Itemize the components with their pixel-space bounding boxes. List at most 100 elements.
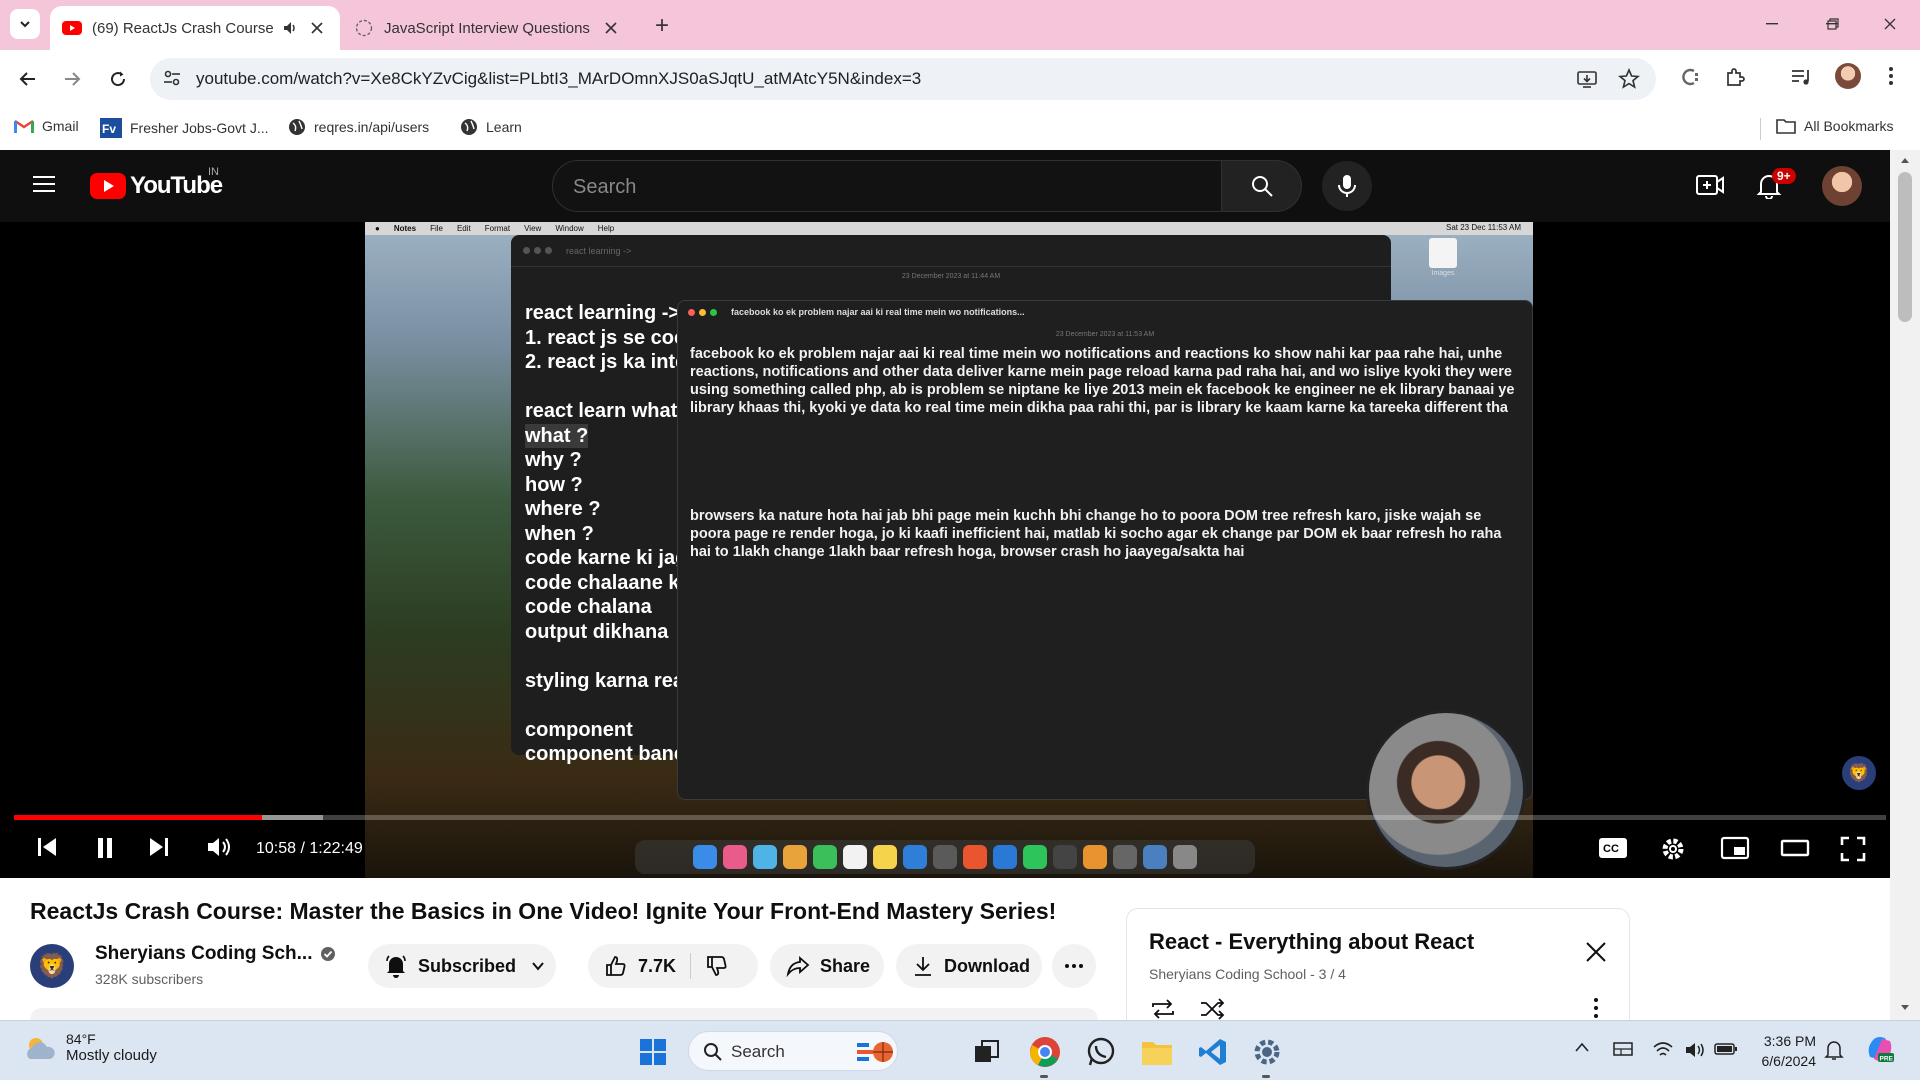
chrome-taskbar-icon[interactable] <box>1028 1035 1062 1069</box>
reload-button[interactable] <box>102 63 134 95</box>
profile-avatar[interactable] <box>1835 63 1861 89</box>
url-text[interactable]: youtube.com/watch?v=Xe8CkYZvCig&list=PLb… <box>196 69 921 89</box>
thumbs-up-icon[interactable] <box>604 954 628 978</box>
next-button[interactable] <box>148 836 170 858</box>
more-actions-button[interactable] <box>1052 944 1096 988</box>
notes-window-title: facebook ko ek problem najar aai ki real… <box>731 307 1025 317</box>
channel-watermark-icon[interactable]: 🦁 <box>1842 756 1876 790</box>
mac-menu-item: Help <box>597 224 615 233</box>
captions-button[interactable]: CC <box>1598 836 1628 860</box>
volume-tray-icon[interactable] <box>1684 1041 1706 1059</box>
close-tab-button[interactable] <box>600 17 622 39</box>
channel-avatar[interactable]: 🦁 <box>30 944 74 988</box>
tab-javascript-questions[interactable]: JavaScript Interview Questions <box>342 6 634 50</box>
verified-badge-icon <box>320 946 336 962</box>
video-player[interactable]: ● Notes File Edit Format View Window Hel… <box>0 222 1890 878</box>
system-clock[interactable]: 3:36 PM 6/6/2024 <box>1748 1031 1817 1071</box>
loop-icon[interactable] <box>1149 997 1177 1021</box>
share-label: Share <box>820 955 871 976</box>
bookmark-label: reqres.in/api/users <box>314 119 430 135</box>
close-playlist-button[interactable] <box>1585 941 1607 963</box>
notifications-icon[interactable] <box>1824 1039 1844 1061</box>
battery-icon[interactable] <box>1714 1041 1738 1057</box>
previous-button[interactable] <box>36 836 58 858</box>
progress-bar[interactable] <box>14 815 1886 820</box>
volume-button[interactable] <box>206 835 232 859</box>
mac-menubar: ● Notes File Edit Format View Window Hel… <box>365 222 1533 235</box>
note-line <box>525 693 687 718</box>
search-highlight-icon <box>857 1042 893 1062</box>
task-view-icon[interactable] <box>970 1035 1004 1069</box>
install-app-icon[interactable] <box>1576 68 1598 90</box>
new-tab-button[interactable]: + <box>648 12 676 40</box>
display-icon[interactable] <box>1612 1041 1634 1059</box>
fullscreen-icon <box>1840 836 1866 862</box>
youtube-account-avatar[interactable] <box>1822 166 1862 206</box>
miniplayer-button[interactable] <box>1720 836 1750 860</box>
speaker-icon[interactable] <box>282 20 298 36</box>
bookmark-star-icon[interactable] <box>1618 68 1640 90</box>
youtube-masthead: YouTube IN Search 9+ <box>0 150 1890 222</box>
file-explorer-icon[interactable] <box>1140 1035 1174 1069</box>
youtube-search-button[interactable] <box>1222 160 1302 212</box>
weather-widget[interactable]: 84°F Mostly cloudy <box>22 1031 157 1064</box>
fullscreen-button[interactable] <box>1840 836 1866 862</box>
media-control-icon[interactable] <box>1790 66 1812 88</box>
pause-button[interactable] <box>94 836 116 860</box>
settings-taskbar-icon[interactable] <box>1250 1035 1284 1069</box>
scrollbar-thumb[interactable] <box>1898 172 1912 322</box>
bookmark-gmail[interactable]: Gmail <box>14 118 79 134</box>
site-info-icon[interactable] <box>162 68 182 88</box>
tab-title: (69) ReactJs Crash Course: M <box>92 19 274 37</box>
voice-search-button[interactable] <box>1322 161 1372 211</box>
extension-c-icon[interactable] <box>1680 66 1702 88</box>
folder-icon <box>1776 118 1796 134</box>
mac-clock: Sat 23 Dec 11:53 AM <box>1445 223 1521 232</box>
hamburger-menu-icon[interactable] <box>32 174 56 194</box>
page-scrollbar[interactable] <box>1890 150 1920 1020</box>
more-menu-icon[interactable] <box>1888 66 1894 86</box>
theater-mode-button[interactable] <box>1780 836 1810 860</box>
images-folder: Images <box>1425 238 1461 282</box>
extensions-puzzle-icon[interactable] <box>1724 66 1746 88</box>
vscode-taskbar-icon[interactable] <box>1196 1035 1230 1069</box>
settings-button[interactable] <box>1660 836 1686 862</box>
share-button[interactable]: Share <box>770 944 884 988</box>
address-bar[interactable]: youtube.com/watch?v=Xe8CkYZvCig&list=PLb… <box>150 58 1656 100</box>
svg-text:PRE: PRE <box>1880 1056 1894 1063</box>
youtube-search-input[interactable]: Search <box>552 160 1222 212</box>
download-button[interactable]: Download <box>896 944 1042 988</box>
bookmark-fresher-jobs[interactable]: Fv Fresher Jobs-Govt J... <box>100 118 268 138</box>
window-restore-button[interactable] <box>1813 10 1853 38</box>
channel-name[interactable]: Sheryians Coding Sch... <box>95 943 313 965</box>
close-tab-button[interactable] <box>306 17 328 39</box>
shuffle-icon[interactable] <box>1199 997 1227 1021</box>
playlist-more-icon[interactable] <box>1593 997 1599 1019</box>
create-video-icon[interactable] <box>1696 173 1724 197</box>
chevron-up-icon[interactable] <box>1574 1041 1590 1053</box>
playlist-title[interactable]: React - Everything about React <box>1149 929 1474 955</box>
copilot-icon[interactable]: PRE <box>1864 1033 1896 1065</box>
windows-start-icon[interactable] <box>636 1035 670 1069</box>
tab-search-button[interactable] <box>10 9 40 39</box>
calculator-icon <box>1113 845 1137 869</box>
thumbs-down-icon[interactable] <box>705 954 729 978</box>
youtube-logo[interactable]: YouTube IN <box>90 166 223 200</box>
like-count[interactable]: 7.7K <box>638 956 676 977</box>
whatsapp-taskbar-icon[interactable] <box>1084 1035 1118 1069</box>
all-bookmarks-button[interactable]: All Bookmarks <box>1776 118 1893 134</box>
volume-icon <box>208 838 230 856</box>
scroll-down-icon[interactable] <box>1900 1004 1910 1012</box>
tab-youtube[interactable]: (69) ReactJs Crash Course: M <box>50 6 340 50</box>
bookmark-learn[interactable]: Learn <box>460 118 522 136</box>
window-minimize-button[interactable] <box>1752 10 1792 38</box>
subscribed-button[interactable]: Subscribed <box>368 944 556 988</box>
forward-button[interactable] <box>56 63 88 95</box>
wifi-icon[interactable] <box>1652 1041 1674 1059</box>
back-button[interactable] <box>12 63 44 95</box>
bookmark-reqres[interactable]: reqres.in/api/users <box>288 118 429 136</box>
taskbar-search-box[interactable]: Search <box>688 1031 898 1071</box>
active-app-indicator <box>1262 1075 1270 1078</box>
window-close-button[interactable] <box>1870 10 1910 38</box>
scroll-up-icon[interactable] <box>1900 156 1910 164</box>
